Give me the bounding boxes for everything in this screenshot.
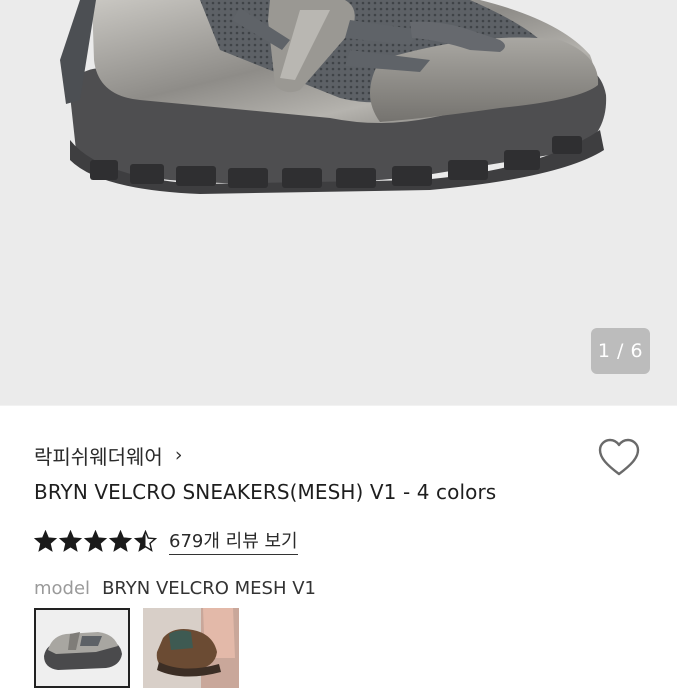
star-icon xyxy=(59,530,82,552)
review-link[interactable]: 679개 리뷰 보기 xyxy=(169,527,298,555)
star-icon xyxy=(109,530,132,552)
chevron-right-icon: › xyxy=(174,444,183,466)
rating-row: 679개 리뷰 보기 xyxy=(34,526,298,556)
shoe-thumbnail-worn xyxy=(143,608,239,688)
shoe-thumbnail-silver xyxy=(36,610,128,686)
star-icon xyxy=(134,530,157,552)
star-icon xyxy=(34,530,57,552)
shoe-product-image xyxy=(60,0,607,194)
model-value: BRYN VELCRO MESH V1 xyxy=(102,577,316,599)
product-title: BRYN VELCRO SNEAKERS(MESH) V1 - 4 colors xyxy=(34,480,497,504)
model-row: model BRYN VELCRO MESH V1 xyxy=(34,574,316,602)
star-icon xyxy=(84,530,107,552)
heart-outline-icon[interactable] xyxy=(598,438,640,478)
model-label: model xyxy=(34,577,91,599)
section-divider xyxy=(0,405,677,406)
brand-link[interactable]: 락피쉬웨더웨어 › xyxy=(34,440,182,470)
thumbnail-2[interactable] xyxy=(143,608,239,688)
product-image-gallery[interactable]: 1 / 6 xyxy=(0,0,677,405)
brand-name: 락피쉬웨더웨어 xyxy=(34,444,163,469)
thumbnail-1[interactable] xyxy=(34,608,130,688)
image-counter: 1 / 6 xyxy=(591,328,650,374)
star-rating xyxy=(34,530,159,552)
